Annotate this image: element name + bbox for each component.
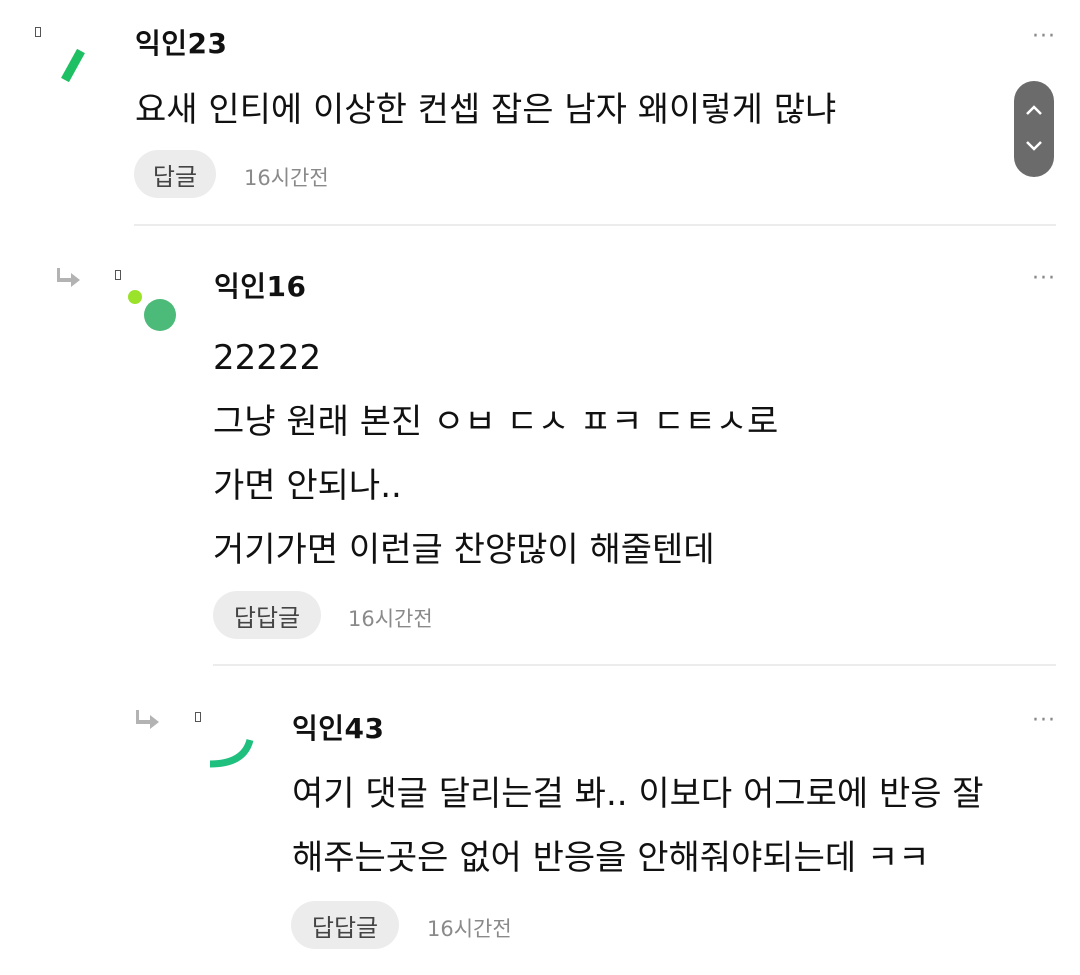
reply-arrow-icon	[136, 710, 159, 729]
reply-arrow-icon	[57, 268, 80, 287]
comment-author[interactable]: 익인23	[135, 22, 228, 62]
chevron-up-icon[interactable]	[1024, 103, 1044, 117]
timestamp: 16시간전	[244, 166, 329, 190]
timestamp: 16시간전	[427, 917, 512, 941]
missing-glyph-icon	[195, 712, 201, 722]
more-options-icon[interactable]: ···	[1032, 708, 1056, 733]
comment-body-line: 가면 안되나..	[213, 466, 402, 506]
missing-glyph-icon	[35, 27, 41, 37]
more-options-icon[interactable]: ···	[1032, 24, 1056, 49]
comment-body: 22222 그냥 원래 본진 ㅇㅂ ㄷㅅ ㅍㅋ ㄷㅌㅅ로 가면 안되나.. 거기…	[213, 326, 778, 582]
comment-body-line: 거기가면 이런글 찬양많이 해줄텐데	[213, 530, 715, 570]
comment-body-line: 그냥 원래 본진 ㅇㅂ ㄷㅅ ㅍㅋ ㄷㅌㅅ로	[213, 402, 779, 442]
reply-button[interactable]: 답답글	[213, 591, 321, 639]
comment-body: 여기 댓글 달리는걸 봐.. 이보다 어그로에 반응 잘 해주는곳은 없어 반응…	[292, 762, 984, 890]
comment-author[interactable]: 익인16	[214, 265, 307, 305]
more-options-icon[interactable]: ···	[1032, 266, 1056, 291]
comment-body-line: 여기 댓글 달리는걸 봐.. 이보다 어그로에 반응 잘	[292, 774, 984, 814]
reply-button[interactable]: 답글	[134, 150, 216, 198]
avatar[interactable]	[125, 285, 180, 335]
comment-body-line: 요새 인티에 이상한 컨셉 잡은 남자 왜이렇게 많냐	[135, 90, 837, 130]
comment-body-line: 22222	[213, 338, 322, 378]
comment-author[interactable]: 익인43	[292, 707, 385, 747]
missing-glyph-icon	[115, 270, 121, 280]
avatar[interactable]	[200, 730, 260, 775]
divider	[213, 664, 1056, 666]
divider	[134, 224, 1056, 226]
timestamp: 16시간전	[348, 607, 433, 631]
reply-button[interactable]: 답답글	[291, 901, 399, 949]
scroll-control[interactable]	[1014, 81, 1054, 177]
avatar[interactable]	[55, 45, 95, 90]
comment-body: 요새 인티에 이상한 컨셉 잡은 남자 왜이렇게 많냐	[135, 82, 836, 131]
chevron-down-icon[interactable]	[1024, 139, 1044, 153]
comment-body-line: 해주는곳은 없어 반응을 안해줘야되는데 ㅋㅋ	[292, 838, 930, 878]
